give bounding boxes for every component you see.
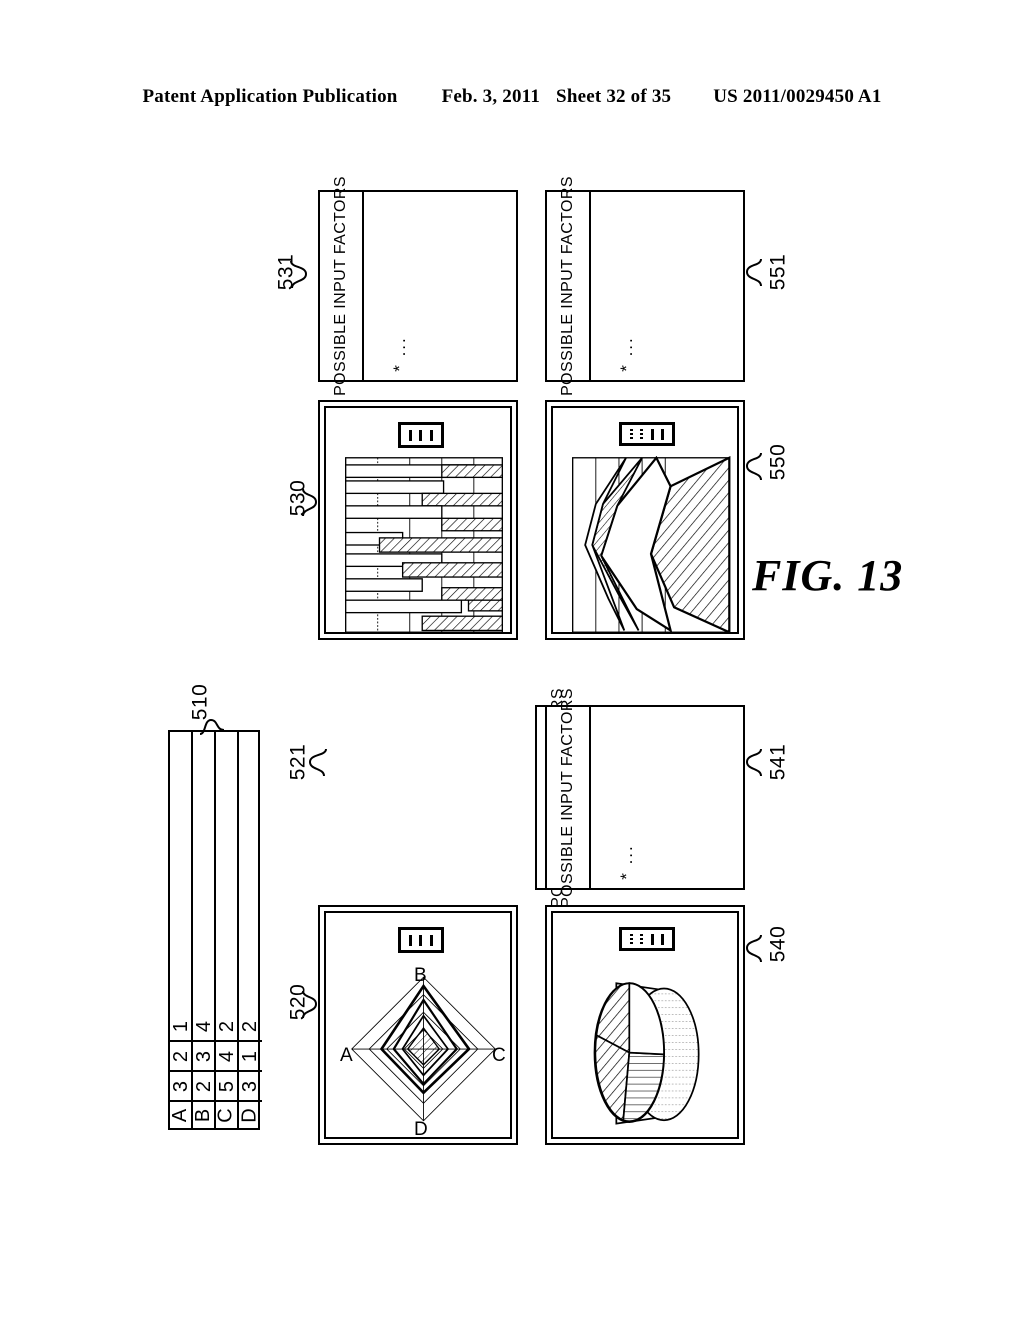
pif-551-body: * ... <box>591 192 743 380</box>
table-cell: 4 <box>193 1012 216 1042</box>
pif-541-body: * ... <box>591 707 743 888</box>
bar-chart-panel-530[interactable] <box>318 400 518 640</box>
refnum-550: 550 <box>766 443 790 481</box>
radar-axis-label-a: A <box>340 1045 353 1066</box>
leader-line-541 <box>745 748 762 777</box>
area-chart-graphic <box>572 456 731 634</box>
leader-line-521 <box>308 748 327 777</box>
pie-chart-legend[interactable] <box>619 927 675 951</box>
table-cell-value: 4 <box>193 1020 215 1032</box>
leader-line-520 <box>302 990 318 1019</box>
table-cell: 5 <box>216 1072 239 1102</box>
radar-axis-label-c: C <box>492 1045 506 1066</box>
refnum-540: 540 <box>766 925 790 963</box>
table-cell: 3 <box>170 1072 193 1102</box>
table-cell-value: 3 <box>239 1080 261 1092</box>
figure-label: FIG. 13 <box>752 551 904 600</box>
table-cell-value: 3 <box>170 1080 192 1092</box>
table-cell-value: 1 <box>170 1020 192 1032</box>
table-cell: 3 <box>239 1072 262 1102</box>
table-cell: 2 <box>216 1012 239 1042</box>
possible-input-factors-panel-541[interactable]: POSSIBLE INPUT FACTORS * ... <box>545 688 745 907</box>
pif-531-title-bar: POSSIBLE INPUT FACTORS <box>320 176 364 396</box>
area-chart-legend[interactable] <box>619 422 675 446</box>
bar-chart-graphic <box>345 457 503 633</box>
leader-line-551 <box>745 258 762 287</box>
table-cell: 4 <box>216 1042 239 1072</box>
refnum-541: 541 <box>766 743 790 781</box>
pif-551-title-bar: POSSIBLE INPUT FACTORS <box>547 176 591 396</box>
table-cell: 2 <box>239 1012 262 1042</box>
possible-input-factors-panel-551[interactable]: POSSIBLE INPUT FACTORS * ... <box>545 176 745 396</box>
bar-chart-legend[interactable] <box>398 422 444 448</box>
leader-line-550 <box>745 452 762 481</box>
data-table-510: A B C D 325323411422 <box>168 730 262 1130</box>
possible-input-factors-panel-531[interactable]: POSSIBLE INPUT FACTORS * ... <box>318 176 518 396</box>
publication-header: Patent Application Publication Feb. 3, 2… <box>0 86 1024 114</box>
table-cell-value: 2 <box>193 1080 215 1092</box>
table-cell-value: 2 <box>170 1050 192 1062</box>
table-cell-value: 2 <box>239 1020 261 1032</box>
pif-531-bullets: * ... <box>389 336 409 372</box>
table-cell: 3 <box>193 1042 216 1072</box>
table-cell-value: 1 <box>239 1050 261 1062</box>
leader-line-540 <box>745 934 762 963</box>
pif-541-title-bar: POSSIBLE INPUT FACTORS <box>547 688 591 907</box>
pif-531-body: * ... <box>364 192 516 380</box>
table-cell: 1 <box>170 1012 193 1042</box>
table-cell: 2 <box>170 1042 193 1072</box>
refnum-551: 551 <box>766 253 790 291</box>
area-chart-panel-550[interactable] <box>545 400 745 640</box>
header-patent-number-text: US 2011/0029450 A1 <box>713 86 882 107</box>
radar-axis-label-d: D <box>414 1119 428 1140</box>
header-date-text: Feb. 3, 2011 <box>441 86 541 107</box>
refnum-510: 510 <box>188 683 212 721</box>
pif-541-bullets: * ... <box>616 844 636 880</box>
table-cell-value: 3 <box>193 1050 215 1062</box>
leader-line-530 <box>302 488 318 517</box>
leader-line-510 <box>199 718 225 735</box>
pif-551-bullets: * ... <box>616 336 636 372</box>
table-cell: 1 <box>239 1042 262 1072</box>
table-cell-value: 4 <box>216 1050 238 1062</box>
table-cell-value: 5 <box>216 1080 238 1092</box>
header-sheet-text: Sheet 32 of 35 <box>556 86 672 107</box>
table-cell: 2 <box>193 1072 216 1102</box>
table-cell-value: 2 <box>216 1020 238 1032</box>
header-publication-text: Patent Application Publication <box>142 86 398 107</box>
pie-chart-panel-540[interactable] <box>545 905 745 1145</box>
radar-chart-legend[interactable] <box>398 927 444 953</box>
figure-13-drawing: A B C D 325323411422 510 B A C D 520 521… <box>0 150 1024 1320</box>
radar-chart-panel-520[interactable]: B A C D <box>318 905 518 1145</box>
radar-axis-label-b: B <box>414 965 427 986</box>
leader-line-531 <box>290 260 308 289</box>
pie-chart-graphic <box>593 982 700 1125</box>
